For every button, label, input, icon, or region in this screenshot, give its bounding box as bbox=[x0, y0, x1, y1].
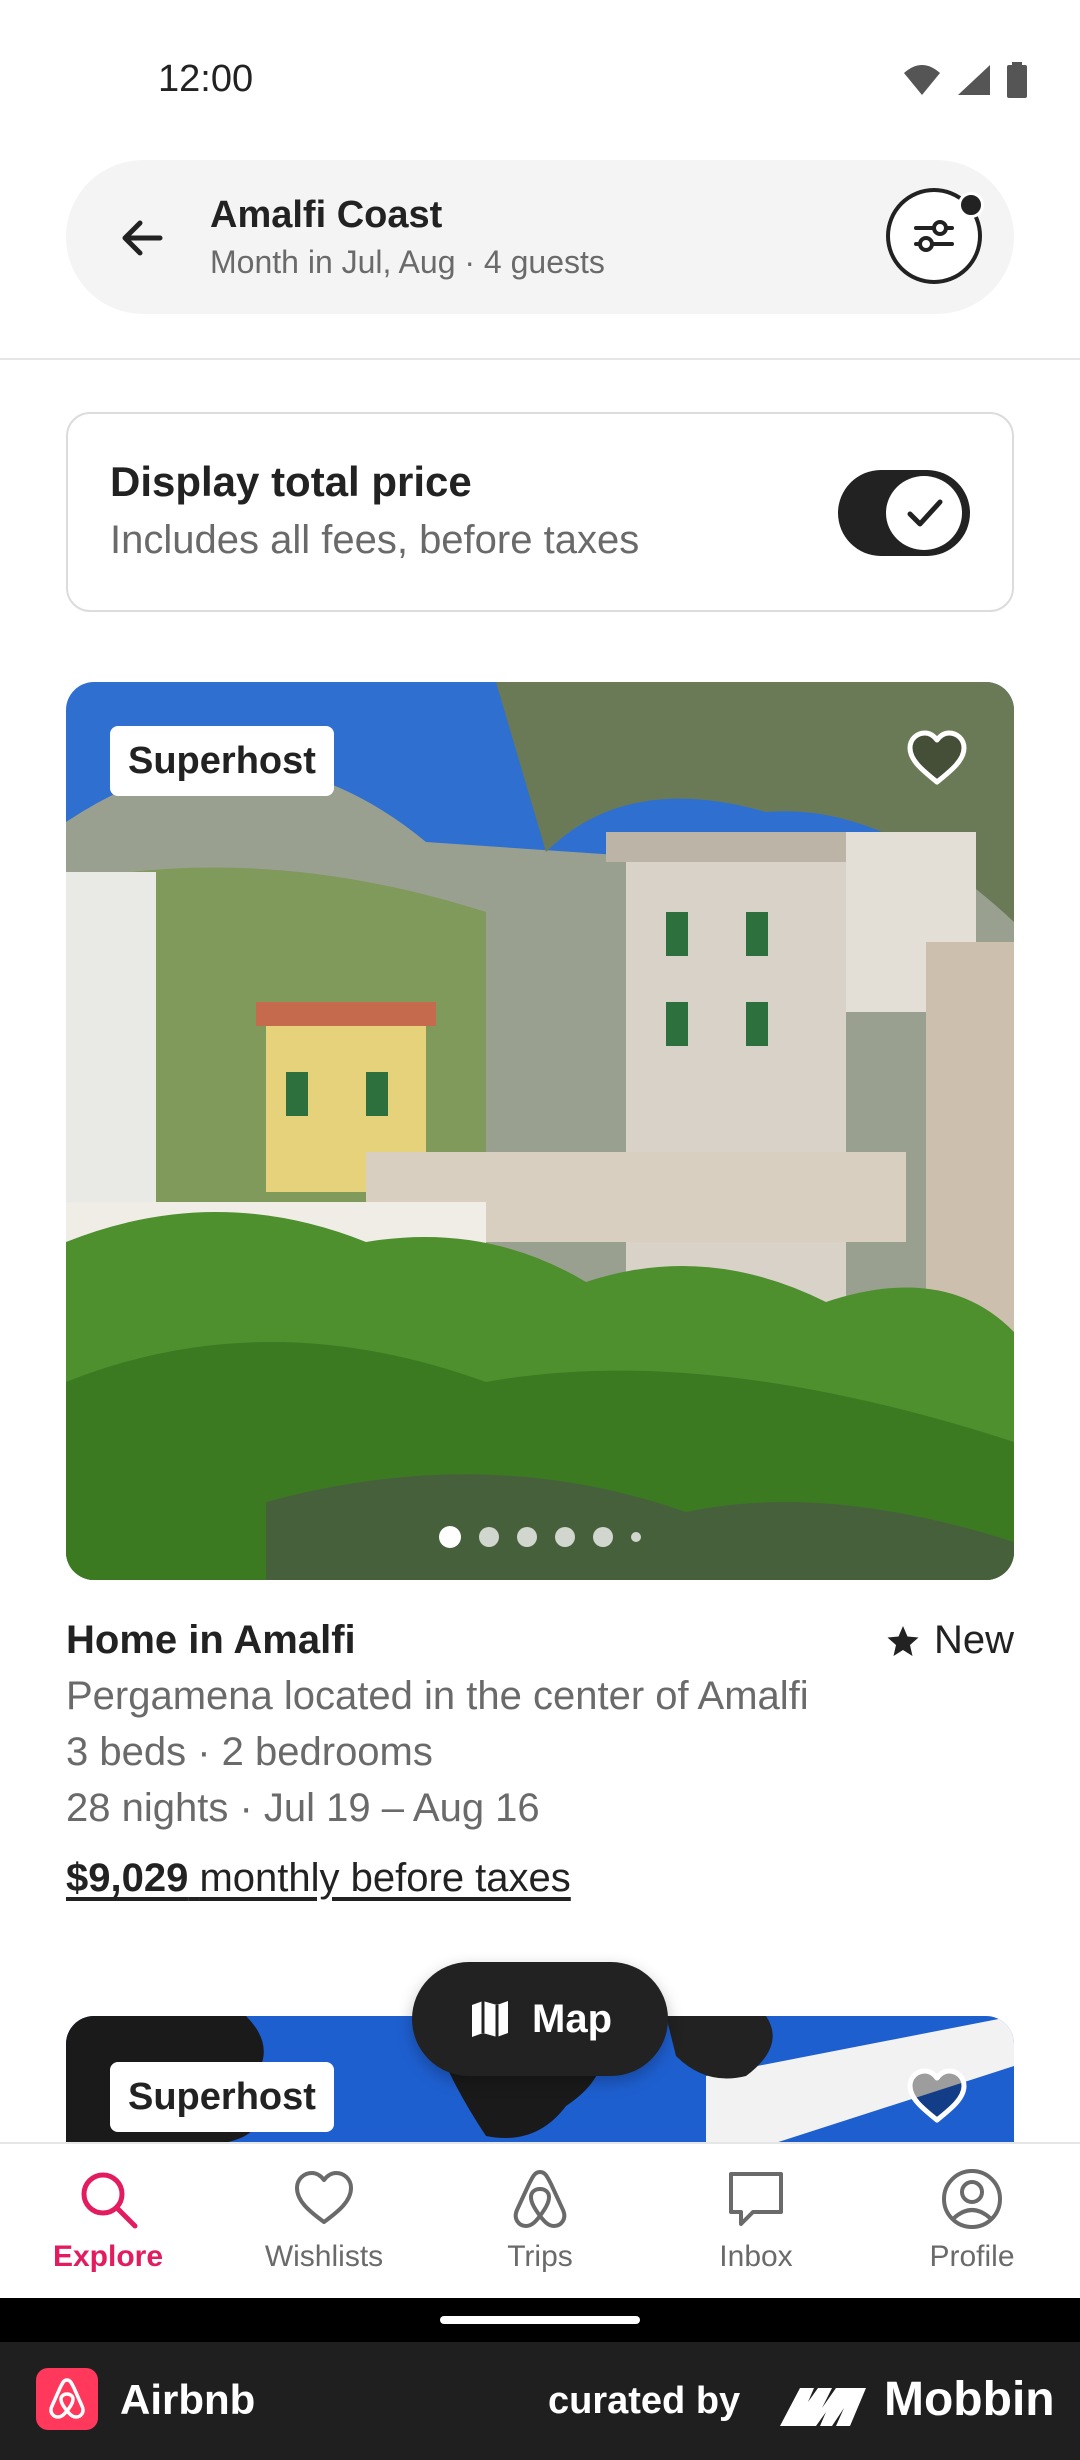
status-time: 12:00 bbox=[158, 58, 254, 100]
listing-description: Pergamena located in the center of Amalf… bbox=[66, 1674, 809, 1718]
map-button-label: Map bbox=[532, 1996, 612, 2041]
toggle-knob bbox=[886, 476, 962, 550]
price-suffix: monthly before taxes bbox=[199, 1856, 571, 1900]
nav-inbox[interactable]: Inbox bbox=[648, 2144, 864, 2300]
pagination-dot bbox=[593, 1527, 613, 1547]
nav-wishlists[interactable]: Wishlists bbox=[216, 2144, 432, 2300]
pagination-dot bbox=[517, 1527, 537, 1547]
footer-curated-by: curated by bbox=[548, 2380, 741, 2422]
nav-label: Wishlists bbox=[264, 2240, 384, 2273]
nav-label: Explore bbox=[52, 2240, 164, 2273]
superhost-badge: Superhost bbox=[110, 2062, 334, 2132]
listing-price[interactable]: $9,029 monthly before taxes bbox=[66, 1856, 571, 1901]
superhost-badge: Superhost bbox=[110, 726, 334, 796]
footer-app-name: Airbnb bbox=[120, 2376, 256, 2423]
star-icon bbox=[887, 1625, 919, 1656]
bottom-navigation: Explore Wishlists Trips Inbox Profile bbox=[0, 2142, 1080, 2300]
nav-trips[interactable]: Trips bbox=[432, 2144, 648, 2300]
heart-icon[interactable] bbox=[902, 2062, 972, 2132]
search-location: Amalfi Coast bbox=[210, 194, 443, 236]
pagination-dot bbox=[631, 1532, 641, 1542]
listing-rating: New bbox=[886, 1618, 1014, 1663]
map-button[interactable]: Map bbox=[412, 1962, 668, 2076]
pagination-dot bbox=[439, 1526, 461, 1548]
back-arrow-icon[interactable] bbox=[116, 212, 168, 264]
photo-pagination bbox=[0, 1526, 1080, 1548]
status-icons bbox=[902, 62, 1028, 98]
airbnb-icon bbox=[49, 2378, 85, 2419]
filter-active-indicator bbox=[958, 192, 984, 218]
message-icon bbox=[729, 2172, 783, 2226]
airbnb-logo bbox=[36, 2368, 98, 2430]
search-details: Month in Jul, Aug · 4 guests bbox=[210, 244, 605, 280]
home-indicator[interactable] bbox=[440, 2316, 640, 2324]
listing-photo-illustration bbox=[66, 682, 1014, 1580]
nav-label: Trips bbox=[507, 2240, 573, 2273]
checkmark-icon bbox=[907, 499, 943, 527]
price-amount: $9,029 bbox=[66, 1856, 189, 1900]
profile-icon bbox=[942, 2169, 1002, 2229]
listing-photo[interactable] bbox=[66, 682, 1014, 1580]
heart-icon bbox=[295, 2171, 353, 2224]
wifi-icon bbox=[904, 65, 940, 95]
listing-dates: 28 nights · Jul 19 – Aug 16 bbox=[66, 1786, 540, 1830]
heart-icon[interactable] bbox=[902, 724, 972, 794]
rating-label: New bbox=[933, 1618, 1014, 1662]
battery-icon bbox=[1007, 62, 1027, 98]
total-price-subtitle: Includes all fees, before taxes bbox=[110, 518, 640, 562]
nav-explore[interactable]: Explore bbox=[0, 2144, 216, 2300]
map-icon bbox=[472, 2001, 508, 2037]
total-price-title: Display total price bbox=[110, 458, 472, 505]
listing-title[interactable]: Home in Amalfi bbox=[66, 1618, 356, 1663]
nav-label: Inbox bbox=[719, 2240, 793, 2273]
search-bar[interactable] bbox=[66, 160, 1014, 314]
search-icon bbox=[81, 2172, 138, 2229]
signal-icon bbox=[958, 65, 990, 95]
footer-brand: Mobbin bbox=[884, 2373, 1055, 2426]
pagination-dot bbox=[555, 1527, 575, 1547]
mobbin-logo-icon bbox=[780, 2388, 866, 2426]
airbnb-icon bbox=[513, 2170, 567, 2228]
listing-rooms: 3 beds · 2 bedrooms bbox=[66, 1730, 433, 1774]
nav-label: Profile bbox=[929, 2240, 1015, 2273]
nav-profile[interactable]: Profile bbox=[864, 2144, 1080, 2300]
pagination-dot bbox=[479, 1527, 499, 1547]
